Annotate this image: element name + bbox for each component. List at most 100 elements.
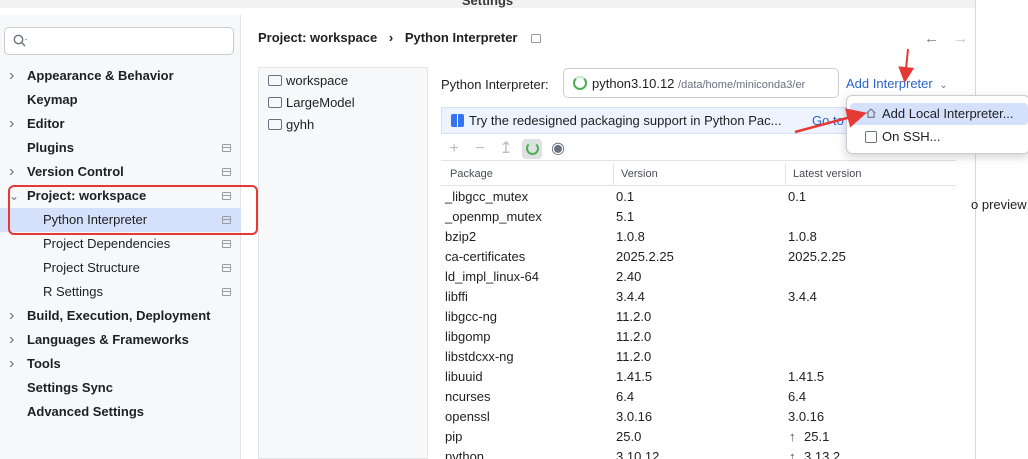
chevron-right-icon[interactable]: ›: [9, 112, 19, 136]
version-cell: 3.0.16: [616, 409, 653, 424]
sidebar-item-tools[interactable]: › Tools: [0, 352, 241, 376]
sidebar-item-editor[interactable]: › Editor: [0, 112, 241, 136]
package-name-cell: libffi: [445, 289, 468, 304]
package-name-cell: _libgcc_mutex: [445, 189, 529, 204]
latest-version-cell: 3.4.4: [788, 289, 817, 304]
project-item-gyhh[interactable]: gyhh: [259, 114, 427, 136]
column-header-package[interactable]: Package: [450, 168, 493, 180]
table-row[interactable]: libuuid 1.41.5 1.41.5: [441, 367, 956, 387]
table-row[interactable]: openssl 3.0.16 3.0.16: [441, 407, 956, 427]
table-row[interactable]: libffi 3.4.4 3.4.4: [441, 287, 956, 307]
sidebar-item-appearance-behavior[interactable]: › Appearance & Behavior: [0, 64, 241, 88]
sidebar-item-label: Plugins: [27, 140, 74, 155]
sidebar-item-settings-sync[interactable]: Settings Sync: [0, 376, 241, 400]
package-name-cell: openssl: [445, 409, 490, 424]
table-row[interactable]: _openmp_mutex 5.1: [441, 207, 956, 227]
package-name-cell: _openmp_mutex: [445, 209, 542, 224]
add-interpreter-menu: Add Local Interpreter... On SSH...: [846, 95, 1028, 154]
interpreter-path: /data/home/miniconda3/er: [678, 79, 806, 91]
project-item-workspace[interactable]: workspace: [259, 70, 427, 92]
eye-icon[interactable]: ◉: [548, 139, 568, 159]
pin-icon: [222, 288, 231, 296]
sidebar-item-project-dependencies[interactable]: Project Dependencies: [0, 232, 241, 256]
remove-package-icon[interactable]: −: [470, 139, 490, 159]
sidebar-item-label: Keymap: [27, 92, 78, 107]
add-interpreter-button[interactable]: Add Interpreter ⌄: [846, 76, 948, 91]
project-item-largemodel[interactable]: LargeModel: [259, 92, 427, 114]
breadcrumb-parent[interactable]: Project: workspace: [258, 30, 377, 45]
packages-table: Package Version Latest version _libgcc_m…: [441, 163, 956, 459]
chevron-right-icon[interactable]: ›: [9, 64, 19, 88]
chevron-right-icon[interactable]: ›: [9, 328, 19, 352]
table-row[interactable]: bzip2 1.0.8 1.0.8: [441, 227, 956, 247]
sidebar-item-keymap[interactable]: Keymap: [0, 88, 241, 112]
home-icon: [866, 108, 876, 118]
breadcrumb-separator: ›: [388, 30, 394, 45]
chevron-right-icon[interactable]: ›: [9, 160, 19, 184]
version-cell: 11.2.0: [616, 349, 652, 364]
latest-version-cell: 3.13.2: [804, 449, 841, 459]
pin-icon: [222, 264, 231, 272]
table-row[interactable]: ld_impl_linux-64 2.40: [441, 267, 956, 287]
upgrade-arrow-icon[interactable]: ↑: [789, 447, 796, 459]
version-cell: 6.4: [616, 389, 635, 404]
table-row[interactable]: libgomp 11.2.0: [441, 327, 956, 347]
sidebar-item-label: R Settings: [43, 284, 103, 299]
package-name-cell: ca-certificates: [445, 249, 526, 264]
interpreter-dropdown[interactable]: python3.10.12 /data/home/miniconda3/er: [563, 68, 839, 98]
table-row[interactable]: ca-certificates 2025.2.25 2025.2.25: [441, 247, 956, 267]
upgrade-arrow-icon[interactable]: ↑: [789, 427, 796, 447]
sidebar-item-label: Project Dependencies: [43, 236, 171, 251]
interpreter-name: python3.10.12: [592, 76, 675, 91]
sidebar-item-r-settings[interactable]: R Settings: [0, 280, 241, 304]
search-icon: [13, 34, 27, 47]
sidebar-item-label: Build, Execution, Deployment: [27, 308, 211, 323]
package-name-cell: libgcc-ng: [445, 309, 498, 324]
table-row[interactable]: ncurses 6.4 6.4: [441, 387, 956, 407]
table-row[interactable]: libstdcxx-ng 11.2.0: [441, 347, 956, 367]
pin-icon[interactable]: [531, 34, 542, 44]
forward-arrow-icon[interactable]: →: [953, 30, 968, 47]
table-row[interactable]: libgcc-ng 11.2.0: [441, 307, 956, 327]
table-row[interactable]: python 3.10.12 ↑ 3.13.2: [441, 447, 956, 459]
chevron-right-icon[interactable]: ›: [9, 304, 19, 328]
table-row[interactable]: _libgcc_mutex 0.1 0.1: [441, 187, 956, 207]
upgrade-package-icon[interactable]: ↥: [496, 139, 516, 159]
folder-icon: [268, 75, 282, 86]
version-cell: 25.0: [616, 429, 642, 444]
version-cell: 0.1: [616, 189, 635, 204]
sidebar-item-plugins[interactable]: Plugins: [0, 136, 241, 160]
menu-item-on-ssh[interactable]: On SSH...: [850, 126, 1028, 148]
right-panel: [975, 0, 1028, 459]
column-header-version[interactable]: Version: [621, 168, 658, 180]
version-cell: 1.0.8: [616, 229, 645, 244]
version-cell: 5.1: [616, 209, 635, 224]
add-package-icon[interactable]: +: [444, 139, 464, 159]
back-arrow-icon[interactable]: ←: [924, 30, 939, 47]
chevron-right-icon[interactable]: ›: [9, 352, 19, 376]
navigation-arrows: ← →: [924, 30, 968, 47]
folder-icon: [268, 119, 282, 130]
project-label: workspace: [286, 73, 349, 88]
package-name-cell: ld_impl_linux-64: [445, 269, 539, 284]
sidebar-item-label: Settings Sync: [27, 380, 113, 395]
sidebar-item-project-structure[interactable]: Project Structure: [0, 256, 241, 280]
package-name-cell: pip: [445, 429, 463, 444]
column-header-latest[interactable]: Latest version: [793, 168, 861, 180]
package-name-cell: libuuid: [445, 369, 483, 384]
pin-icon: [222, 144, 231, 152]
table-row[interactable]: pip 25.0 ↑ 25.1: [441, 427, 956, 447]
version-cell: 3.4.4: [616, 289, 645, 304]
add-interpreter-label: Add Interpreter: [846, 76, 933, 91]
search-input[interactable]: [4, 27, 234, 55]
sidebar-item-build-execution-deployment[interactable]: › Build, Execution, Deployment: [0, 304, 241, 328]
annotation-arrow-vertical: [898, 48, 915, 83]
sidebar-item-languages-frameworks[interactable]: › Languages & Frameworks: [0, 328, 241, 352]
banner-link[interactable]: Go to: [812, 113, 844, 128]
preview-text: o preview: [971, 197, 1027, 212]
refresh-spinner-icon[interactable]: [522, 139, 542, 159]
sidebar-item-advanced-settings[interactable]: Advanced Settings: [0, 400, 241, 424]
sidebar-item-version-control[interactable]: › Version Control: [0, 160, 241, 184]
latest-version-cell: 1.0.8: [788, 229, 817, 244]
menu-item-add-local-interpreter[interactable]: Add Local Interpreter...: [850, 103, 1028, 125]
